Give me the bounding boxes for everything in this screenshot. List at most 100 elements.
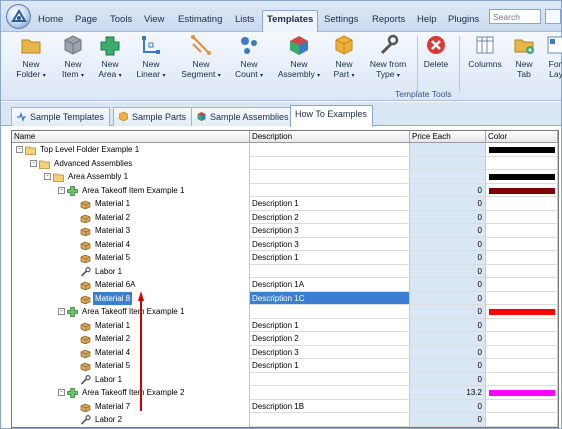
color-cell[interactable]	[486, 359, 558, 373]
color-cell[interactable]	[486, 210, 558, 224]
color-cell[interactable]	[486, 305, 558, 319]
ribbon-button-new-count[interactable]: New Count ▾	[229, 34, 269, 81]
ribbon-button-new-item[interactable]: New Item ▾	[56, 34, 90, 81]
name-cell[interactable]: Labor 1	[12, 372, 250, 386]
search-input[interactable]	[489, 9, 541, 24]
color-cell[interactable]	[486, 170, 558, 184]
menu-lists[interactable]: Lists	[235, 14, 255, 25]
description-cell[interactable]	[250, 143, 410, 157]
name-cell[interactable]: Labor 2	[12, 413, 250, 427]
price-cell[interactable]: 0	[410, 224, 486, 238]
price-cell[interactable]: 0	[410, 210, 486, 224]
collapse-toggle-icon[interactable]: -	[44, 173, 51, 180]
column-header-name[interactable]: Name	[12, 131, 250, 143]
price-cell[interactable]: 13.2	[410, 386, 486, 400]
description-cell[interactable]: Description 2	[250, 210, 410, 224]
price-cell[interactable]: 0	[410, 399, 486, 413]
menu-plugins[interactable]: Plugins	[448, 14, 479, 25]
description-cell[interactable]	[250, 183, 410, 197]
collapse-toggle-icon[interactable]: -	[58, 186, 65, 194]
app-menu-button[interactable]	[6, 4, 31, 29]
table-row[interactable]: - Advanced Assemblies	[12, 156, 558, 170]
description-cell[interactable]: Description 1	[250, 318, 410, 332]
description-cell[interactable]: Description 3	[250, 224, 410, 238]
menu-settings[interactable]: Settings	[324, 14, 358, 25]
price-cell[interactable]	[410, 170, 486, 184]
ribbon-button-new-area[interactable]: New Area ▾	[92, 34, 128, 81]
color-cell[interactable]	[486, 399, 558, 413]
table-row[interactable]: Material 5 Description 10	[12, 251, 558, 265]
name-cell[interactable]: Material 3	[12, 224, 250, 238]
color-cell[interactable]	[486, 183, 558, 197]
column-header-description[interactable]: Description	[250, 131, 410, 143]
description-cell[interactable]: Description 2	[250, 332, 410, 346]
column-header-color[interactable]: Color	[486, 131, 558, 143]
table-row[interactable]: - Area Assembly 1	[12, 170, 558, 184]
table-row[interactable]: Material 1 Description 10	[12, 318, 558, 332]
description-cell[interactable]	[250, 372, 410, 386]
name-cell[interactable]: Material 1	[12, 318, 250, 332]
color-cell[interactable]	[486, 224, 558, 238]
name-cell[interactable]: Material 1	[12, 197, 250, 211]
ribbon-button-new-from-type[interactable]: New from Type ▾	[361, 34, 415, 81]
tab-how-to-examples[interactable]: How To Examples	[290, 105, 373, 127]
color-cell[interactable]	[486, 156, 558, 170]
table-row[interactable]: Material 1 Description 10	[12, 197, 558, 211]
name-cell[interactable]: Material 5	[12, 359, 250, 373]
collapse-toggle-icon[interactable]: -	[30, 159, 37, 167]
description-cell[interactable]: Description 1B	[250, 399, 410, 413]
collapse-toggle-icon[interactable]: -	[58, 308, 65, 315]
description-cell[interactable]	[250, 305, 410, 319]
price-cell[interactable]: 0	[410, 183, 486, 197]
name-cell[interactable]: - Area Takeoff Item Example 1	[12, 183, 250, 197]
column-header-price[interactable]: Price Each	[410, 131, 486, 143]
price-cell[interactable]: 0	[410, 359, 486, 373]
menu-view[interactable]: View	[144, 14, 164, 25]
name-cell[interactable]: Material 2	[12, 332, 250, 346]
price-cell[interactable]: 0	[410, 278, 486, 292]
price-cell[interactable]: 0	[410, 291, 486, 305]
price-cell[interactable]: 0	[410, 332, 486, 346]
color-cell[interactable]	[486, 278, 558, 292]
price-cell[interactable]: 0	[410, 413, 486, 427]
description-cell[interactable]	[250, 264, 410, 278]
price-cell[interactable]: 0	[410, 197, 486, 211]
menu-templates[interactable]: Templates	[262, 10, 319, 32]
color-cell[interactable]	[486, 291, 558, 305]
table-row[interactable]: Material 4 Description 30	[12, 345, 558, 359]
name-cell[interactable]: Material 4	[12, 237, 250, 251]
name-cell[interactable]: Material 5	[12, 251, 250, 265]
table-row[interactable]: - Area Takeoff Item Example 2 13.2	[12, 386, 558, 400]
tab-sample-parts[interactable]: Sample Parts	[113, 107, 193, 126]
price-cell[interactable]: 0	[410, 251, 486, 265]
ribbon-button-new-assembly[interactable]: New Assembly ▾	[271, 34, 327, 81]
price-cell[interactable]	[410, 143, 486, 157]
color-cell[interactable]	[486, 251, 558, 265]
name-cell[interactable]: Material 7	[12, 399, 250, 413]
color-cell[interactable]	[486, 372, 558, 386]
table-row[interactable]: Material 3 Description 30	[12, 224, 558, 238]
table-row[interactable]: Material 6A Description 1A 0	[12, 278, 558, 292]
table-row[interactable]: Labor 1 0	[12, 264, 558, 278]
collapse-toggle-icon[interactable]: -	[16, 146, 23, 153]
name-cell[interactable]: Material 8	[12, 291, 250, 305]
color-cell[interactable]	[486, 386, 558, 400]
menu-help[interactable]: Help	[417, 14, 437, 25]
color-cell[interactable]	[486, 413, 558, 427]
color-cell[interactable]	[486, 332, 558, 346]
table-row[interactable]: Material 2 Description 20	[12, 210, 558, 224]
description-cell[interactable]	[250, 413, 410, 427]
tab-sample-assemblies[interactable]: Sample Assemblies	[191, 107, 295, 126]
name-cell[interactable]: Material 4	[12, 345, 250, 359]
name-cell[interactable]: - Area Takeoff Item Example 2	[12, 386, 250, 400]
ribbon-button-new-segment[interactable]: New Segment ▾	[173, 34, 229, 81]
color-cell[interactable]	[486, 345, 558, 359]
ribbon-button-new-tab[interactable]: New Tab	[509, 34, 539, 79]
price-cell[interactable]: 0	[410, 237, 486, 251]
collapse-toggle-icon[interactable]: -	[58, 389, 65, 396]
color-cell[interactable]	[486, 197, 558, 211]
ribbon-button-new-folder[interactable]: New Folder ▾	[11, 34, 51, 81]
ribbon-button-fon-lay[interactable]: Fon Lay	[541, 34, 562, 79]
name-cell[interactable]: Material 2	[12, 210, 250, 224]
description-cell[interactable]: Description 1	[250, 359, 410, 373]
